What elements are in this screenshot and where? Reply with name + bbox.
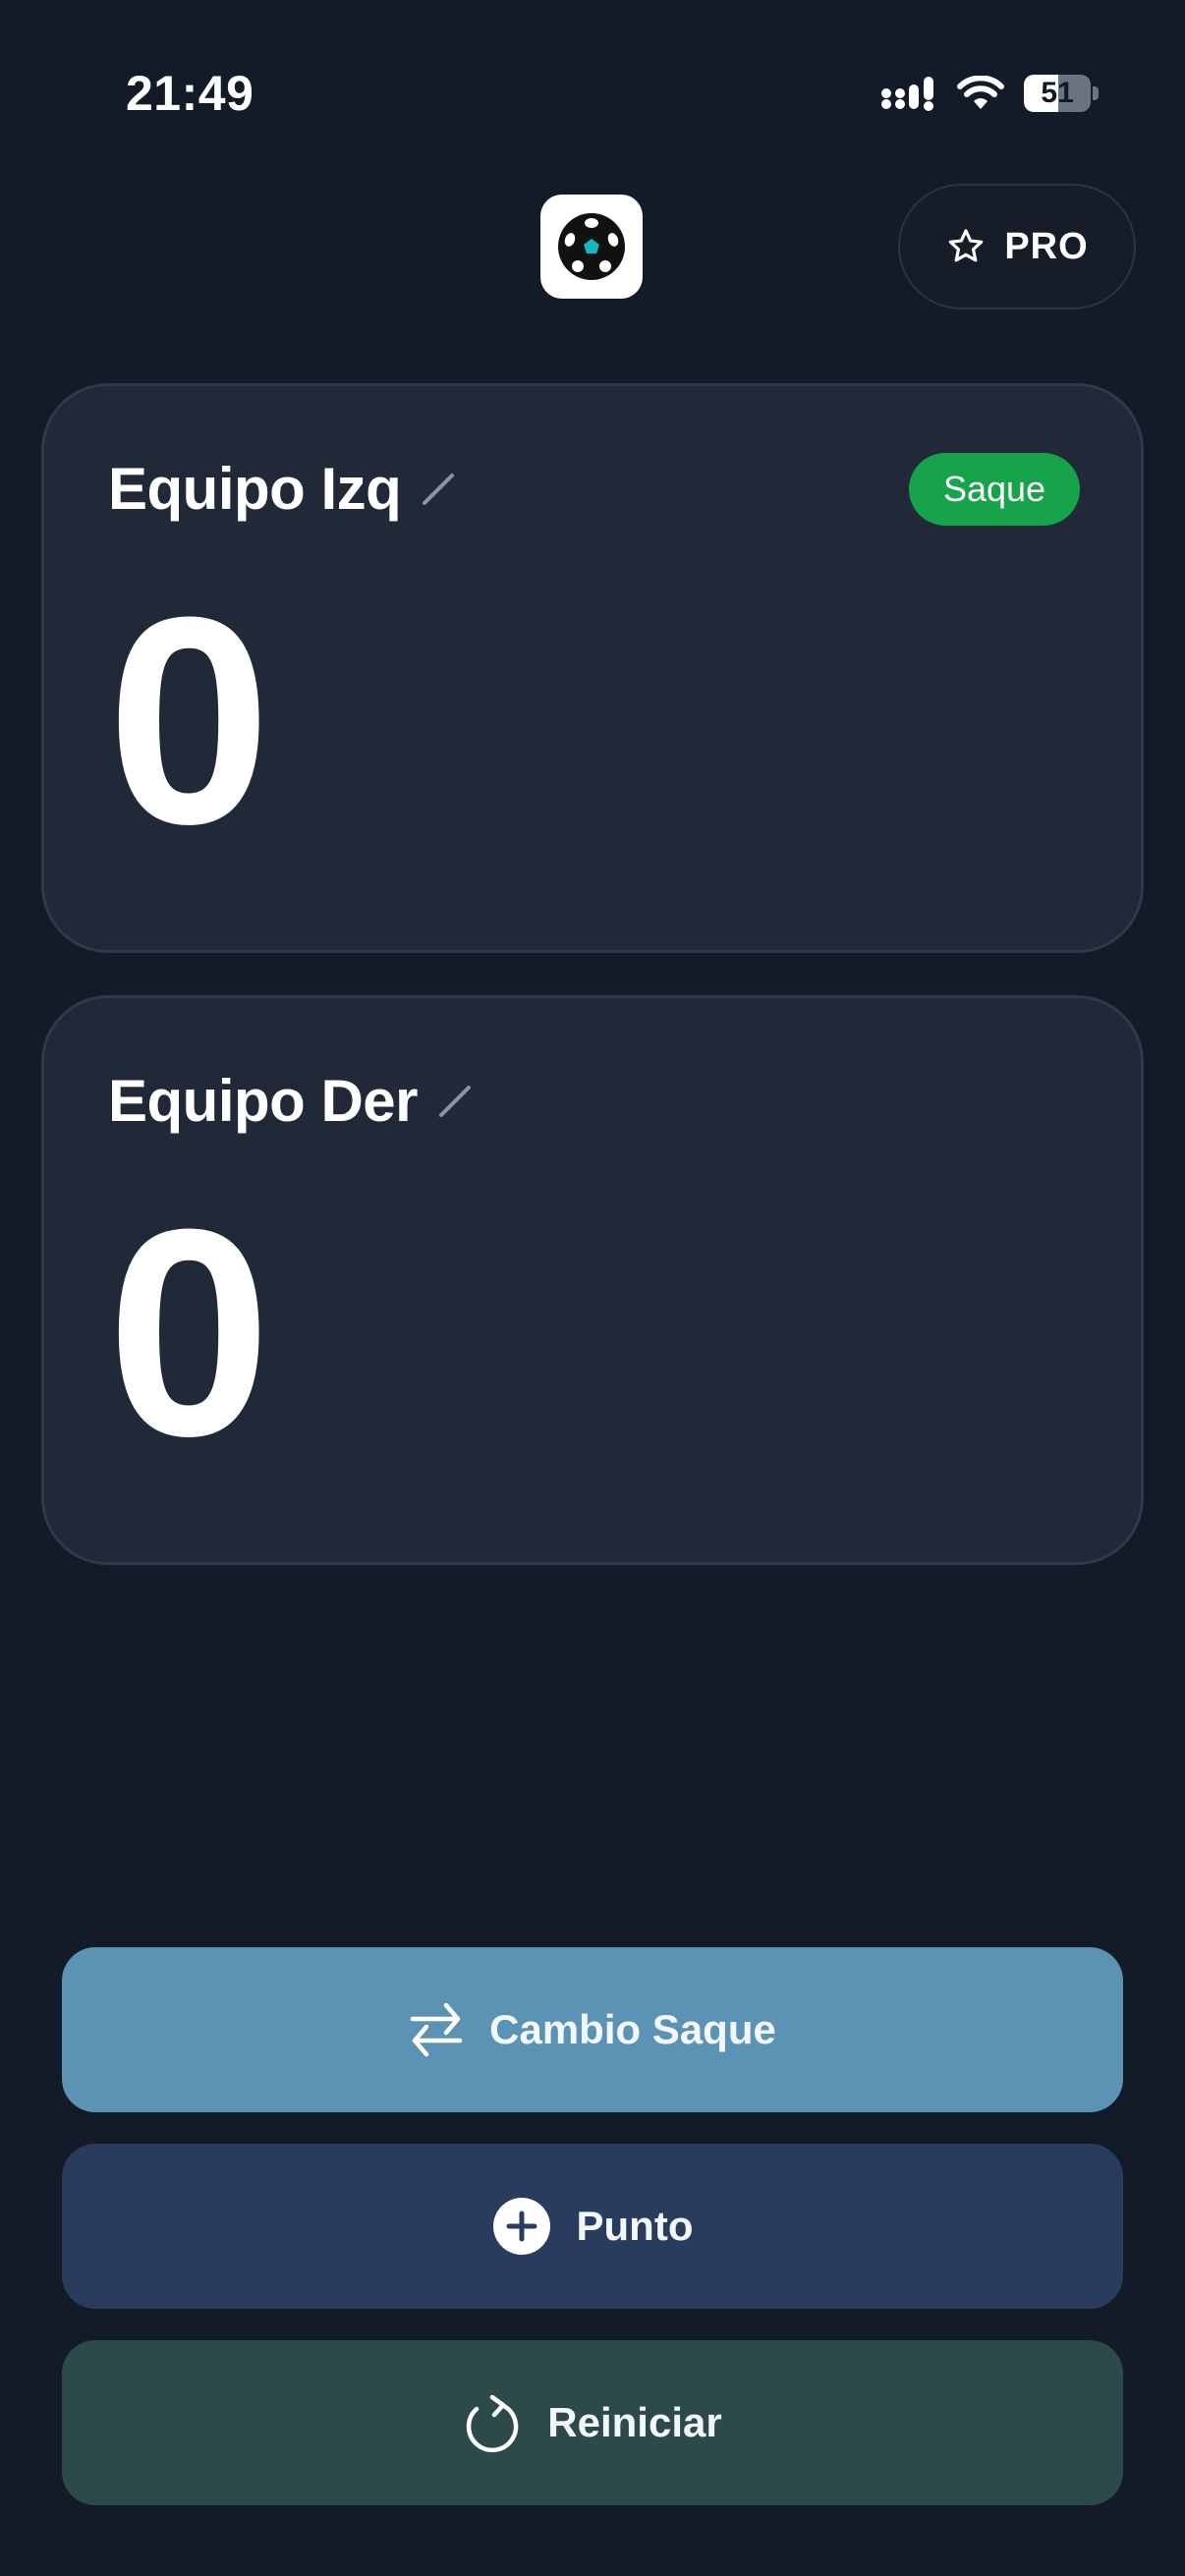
swap-serve-button[interactable]: Cambio Saque [62,1947,1123,2112]
point-button[interactable]: Punto [62,2144,1123,2309]
status-time: 21:49 [126,66,254,121]
reset-button[interactable]: Reiniciar [62,2340,1123,2505]
pro-label: PRO [1004,225,1089,267]
team-name-right: Equipo Der [108,1068,419,1134]
battery-cap [1093,86,1099,100]
battery-percentage: 51 [1041,77,1074,109]
serve-badge: Saque [909,453,1080,526]
app-logo [540,195,643,299]
plus-circle-icon [492,2198,550,2255]
team-name-left: Equipo Izq [108,456,402,522]
team-score-right: 0 [107,1167,271,1497]
team-name-row: Equipo Izq [108,455,458,523]
edit-pencil-icon[interactable] [419,470,458,509]
battery-indicator: 51 [1024,75,1099,112]
reset-label: Reiniciar [547,2399,722,2445]
pro-button[interactable]: PRO [898,184,1136,309]
status-indicators: 51 [880,75,1099,112]
team-card-left[interactable]: Equipo Izq Saque 0 [41,383,1144,953]
swap-serve-label: Cambio Saque [489,2006,776,2052]
point-label: Punto [576,2203,694,2249]
team-score-left: 0 [107,555,271,885]
soccer-ball-icon [558,213,625,280]
edit-pencil-icon[interactable] [435,1082,475,1121]
cellular-signal-icon [881,77,933,111]
star-outline-icon [948,229,984,262]
wifi-icon [957,76,1004,109]
team-name-row: Equipo Der [108,1067,475,1135]
team-card-right[interactable]: Equipo Der 0 [41,995,1144,1565]
refresh-icon [467,2394,519,2453]
swap-arrows-icon [410,2002,463,2057]
